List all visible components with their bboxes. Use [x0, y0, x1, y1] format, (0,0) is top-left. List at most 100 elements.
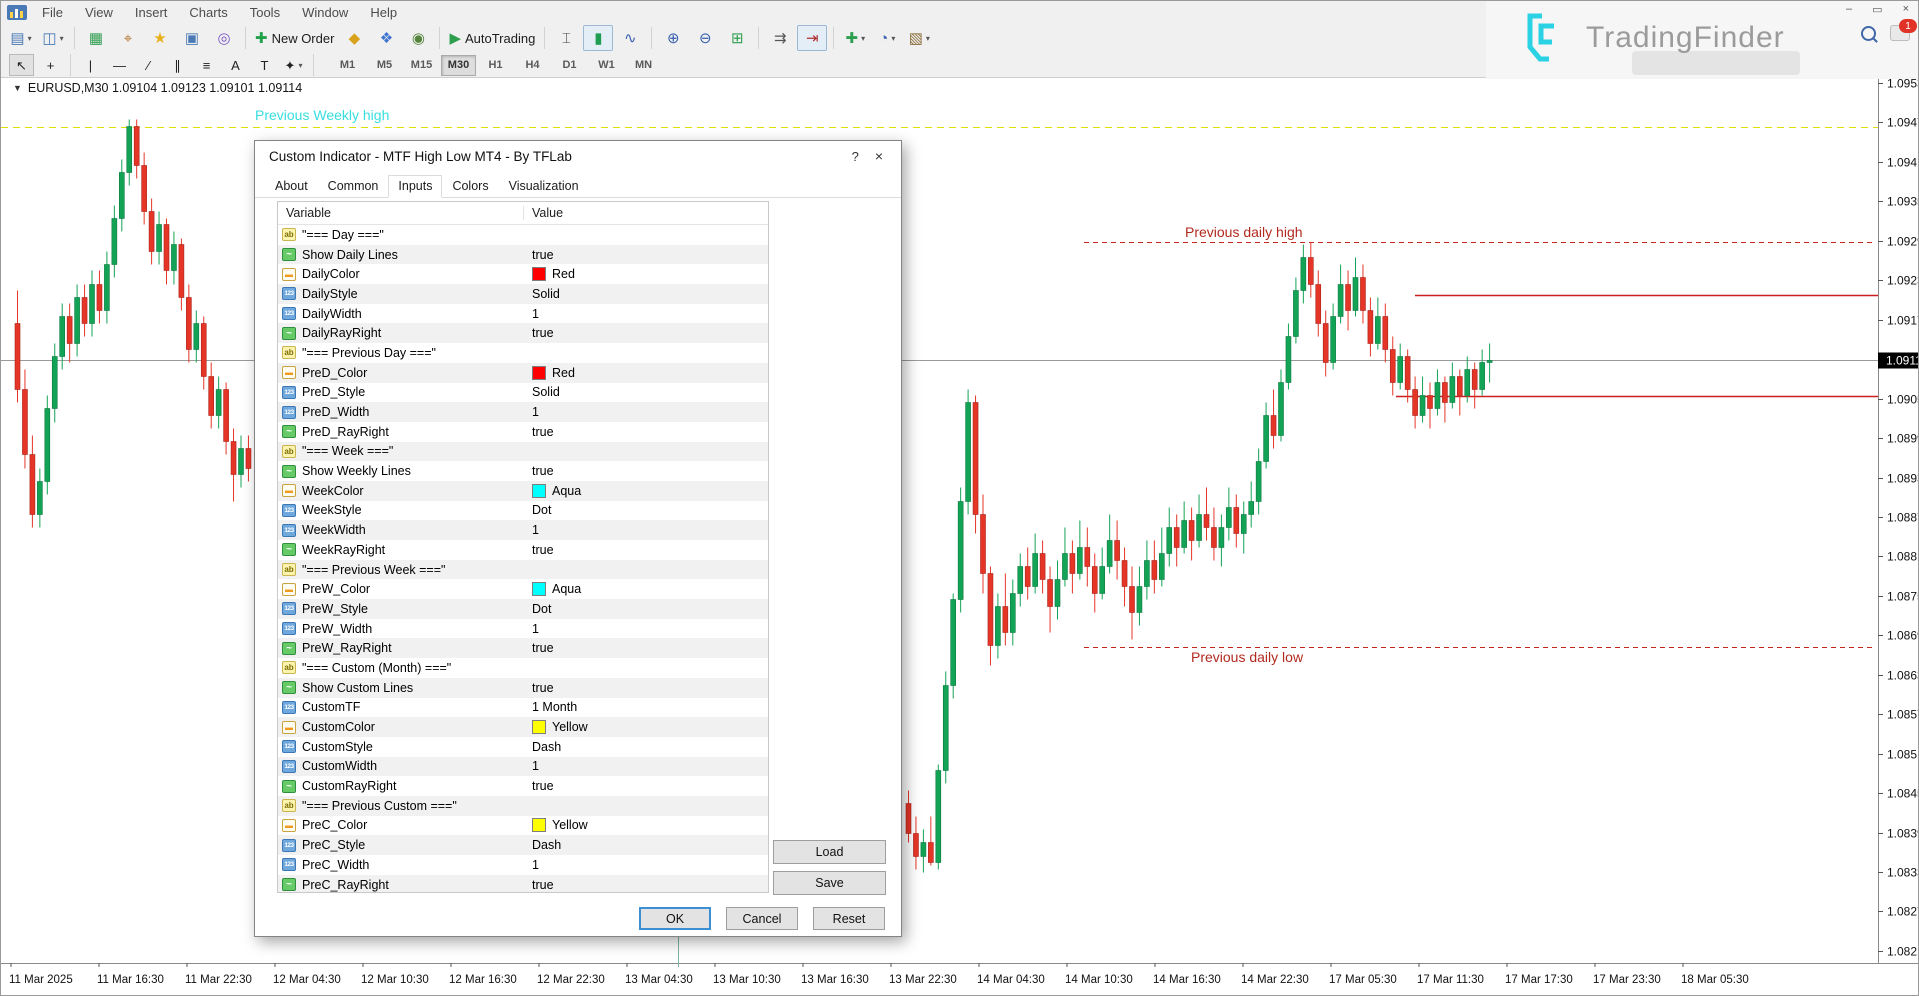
time-tick-label[interactable]: 17 Mar 05:30 — [1329, 974, 1397, 986]
timeframe-m15[interactable]: M15 — [404, 55, 439, 76]
value-cell[interactable]: Dot — [524, 503, 768, 517]
value-cell[interactable]: true — [524, 248, 768, 262]
value-cell[interactable]: Aqua — [524, 582, 768, 596]
time-tick-label[interactable]: 17 Mar 17:30 — [1505, 974, 1573, 986]
menu-file[interactable]: File — [31, 3, 74, 22]
param-row[interactable]: ▬DailyColorRed — [278, 264, 768, 284]
param-row[interactable]: ▬WeekColorAqua — [278, 481, 768, 501]
equidistant-channel-button[interactable]: ∥ — [165, 54, 190, 76]
trendline-button[interactable]: ∕ — [136, 54, 161, 76]
timeframe-m30[interactable]: M30 — [441, 55, 476, 76]
time-tick-label[interactable]: 13 Mar 04:30 — [625, 974, 693, 986]
previous-weekly-high-label[interactable]: Previous Weekly high — [255, 107, 389, 123]
param-row[interactable]: ▬PreD_ColorRed — [278, 363, 768, 383]
param-row[interactable]: ~PreW_RayRighttrue — [278, 638, 768, 658]
label-button[interactable]: T — [252, 54, 277, 76]
value-cell[interactable]: true — [524, 878, 768, 892]
param-row[interactable]: ▬PreW_ColorAqua — [278, 579, 768, 599]
timeframe-m1[interactable]: M1 — [330, 55, 365, 76]
value-cell[interactable]: 1 — [524, 405, 768, 419]
candle-chart-button[interactable]: ▮ — [583, 25, 613, 51]
previous-daily-high-label[interactable]: Previous daily high — [1185, 224, 1303, 240]
param-row[interactable]: 123CustomWidth1 — [278, 757, 768, 777]
param-row[interactable]: 123WeekStyleDot — [278, 501, 768, 521]
arrows-button[interactable]: ✦▾ — [281, 54, 306, 76]
time-tick-label[interactable]: 14 Mar 22:30 — [1241, 974, 1309, 986]
restore-button[interactable]: ▭ — [1869, 3, 1885, 16]
time-tick-label[interactable]: 17 Mar 23:30 — [1593, 974, 1661, 986]
terminal-button[interactable]: ▣ — [177, 25, 207, 51]
param-row[interactable]: ab"=== Previous Day ===" — [278, 343, 768, 363]
time-tick-label[interactable]: 18 Mar 05:30 — [1681, 974, 1749, 986]
time-tick-label[interactable]: 14 Mar 16:30 — [1153, 974, 1221, 986]
previous-daily-low-label[interactable]: Previous daily low — [1191, 649, 1304, 665]
value-cell[interactable]: 1 — [524, 622, 768, 636]
auto-scroll-button[interactable]: ⇉ — [765, 25, 795, 51]
community-button[interactable]: ◉ — [403, 25, 433, 51]
param-row[interactable]: 123CustomTF1 Month — [278, 698, 768, 718]
menu-window[interactable]: Window — [291, 3, 359, 22]
value-cell[interactable]: true — [524, 779, 768, 793]
time-tick-label[interactable]: 13 Mar 10:30 — [713, 974, 781, 986]
param-row[interactable]: 123PreD_StyleSolid — [278, 383, 768, 403]
history-center-button[interactable]: ◆ — [339, 25, 369, 51]
param-row[interactable]: ~Show Daily Linestrue — [278, 245, 768, 265]
search-icon[interactable] — [1861, 26, 1876, 41]
time-tick-label[interactable]: 14 Mar 10:30 — [1065, 974, 1133, 986]
indicators-button[interactable]: ✚▾ — [840, 25, 870, 51]
param-row[interactable]: ab"=== Week ===" — [278, 442, 768, 462]
fibonacci-button[interactable]: ≡ — [194, 54, 219, 76]
timeframe-h1[interactable]: H1 — [478, 55, 513, 76]
ok-button[interactable]: OK — [639, 907, 711, 930]
value-cell[interactable]: true — [524, 681, 768, 695]
time-tick-label[interactable]: 13 Mar 22:30 — [889, 974, 957, 986]
param-row[interactable]: ~Show Custom Linestrue — [278, 678, 768, 698]
time-tick-label[interactable]: 13 Mar 16:30 — [801, 974, 869, 986]
value-cell[interactable]: 1 — [524, 858, 768, 872]
market-watch-button[interactable]: ▦ — [81, 25, 111, 51]
time-tick-label[interactable]: 12 Mar 22:30 — [537, 974, 605, 986]
chevron-down-icon[interactable]: ▼ — [13, 83, 22, 93]
data-window-button[interactable]: ⌖ — [113, 25, 143, 51]
value-cell[interactable]: Dash — [524, 740, 768, 754]
timeframe-m5[interactable]: M5 — [367, 55, 402, 76]
shift-chart-button[interactable]: ⇥ — [797, 25, 827, 51]
crosshair-button[interactable]: + — [38, 54, 63, 76]
value-cell[interactable]: Red — [524, 267, 768, 281]
value-cell[interactable]: 1 Month — [524, 700, 768, 714]
value-cell[interactable]: true — [524, 464, 768, 478]
time-tick-label[interactable]: 11 Mar 22:30 — [185, 974, 252, 986]
param-row[interactable]: 123PreD_Width1 — [278, 402, 768, 422]
time-tick-label[interactable]: 12 Mar 16:30 — [449, 974, 517, 986]
navigator-button[interactable]: ★ — [145, 25, 175, 51]
time-tick-label[interactable]: 12 Mar 04:30 — [273, 974, 341, 986]
tab-colors[interactable]: Colors — [442, 175, 498, 198]
value-cell[interactable]: Solid — [524, 287, 768, 301]
param-row[interactable]: 123PreW_Width1 — [278, 619, 768, 639]
tile-windows-button[interactable]: ⊞ — [722, 25, 752, 51]
reset-button[interactable]: Reset — [813, 907, 885, 930]
param-row[interactable]: ~CustomRayRighttrue — [278, 776, 768, 796]
param-row[interactable]: 123WeekWidth1 — [278, 520, 768, 540]
time-tick-label[interactable]: 12 Mar 10:30 — [361, 974, 429, 986]
metaeditor-button[interactable]: ❖ — [371, 25, 401, 51]
param-row[interactable]: ab"=== Previous Custom ===" — [278, 796, 768, 816]
value-cell[interactable]: Red — [524, 366, 768, 380]
profiles-button[interactable]: ◫▾ — [38, 25, 68, 51]
templates-button[interactable]: ▧▾ — [904, 25, 934, 51]
time-tick-label[interactable]: 14 Mar 04:30 — [977, 974, 1045, 986]
periods-button[interactable]: ◔▾ — [872, 25, 902, 51]
new-chart-button[interactable]: ▤▾ — [6, 25, 36, 51]
autotrading-button[interactable]: ▶AutoTrading — [446, 25, 538, 51]
tab-common[interactable]: Common — [318, 175, 389, 198]
param-row[interactable]: ~PreD_RayRighttrue — [278, 422, 768, 442]
param-row[interactable]: ▬CustomColorYellow — [278, 717, 768, 737]
param-row[interactable]: 123DailyStyleSolid — [278, 284, 768, 304]
notification-icon[interactable]: 1 — [1890, 25, 1910, 41]
menu-help[interactable]: Help — [359, 3, 408, 22]
value-cell[interactable]: Dot — [524, 602, 768, 616]
value-cell[interactable]: Aqua — [524, 484, 768, 498]
time-tick-label[interactable]: 17 Mar 11:30 — [1417, 974, 1484, 986]
close-icon[interactable]: × — [867, 146, 891, 166]
value-cell[interactable]: true — [524, 641, 768, 655]
